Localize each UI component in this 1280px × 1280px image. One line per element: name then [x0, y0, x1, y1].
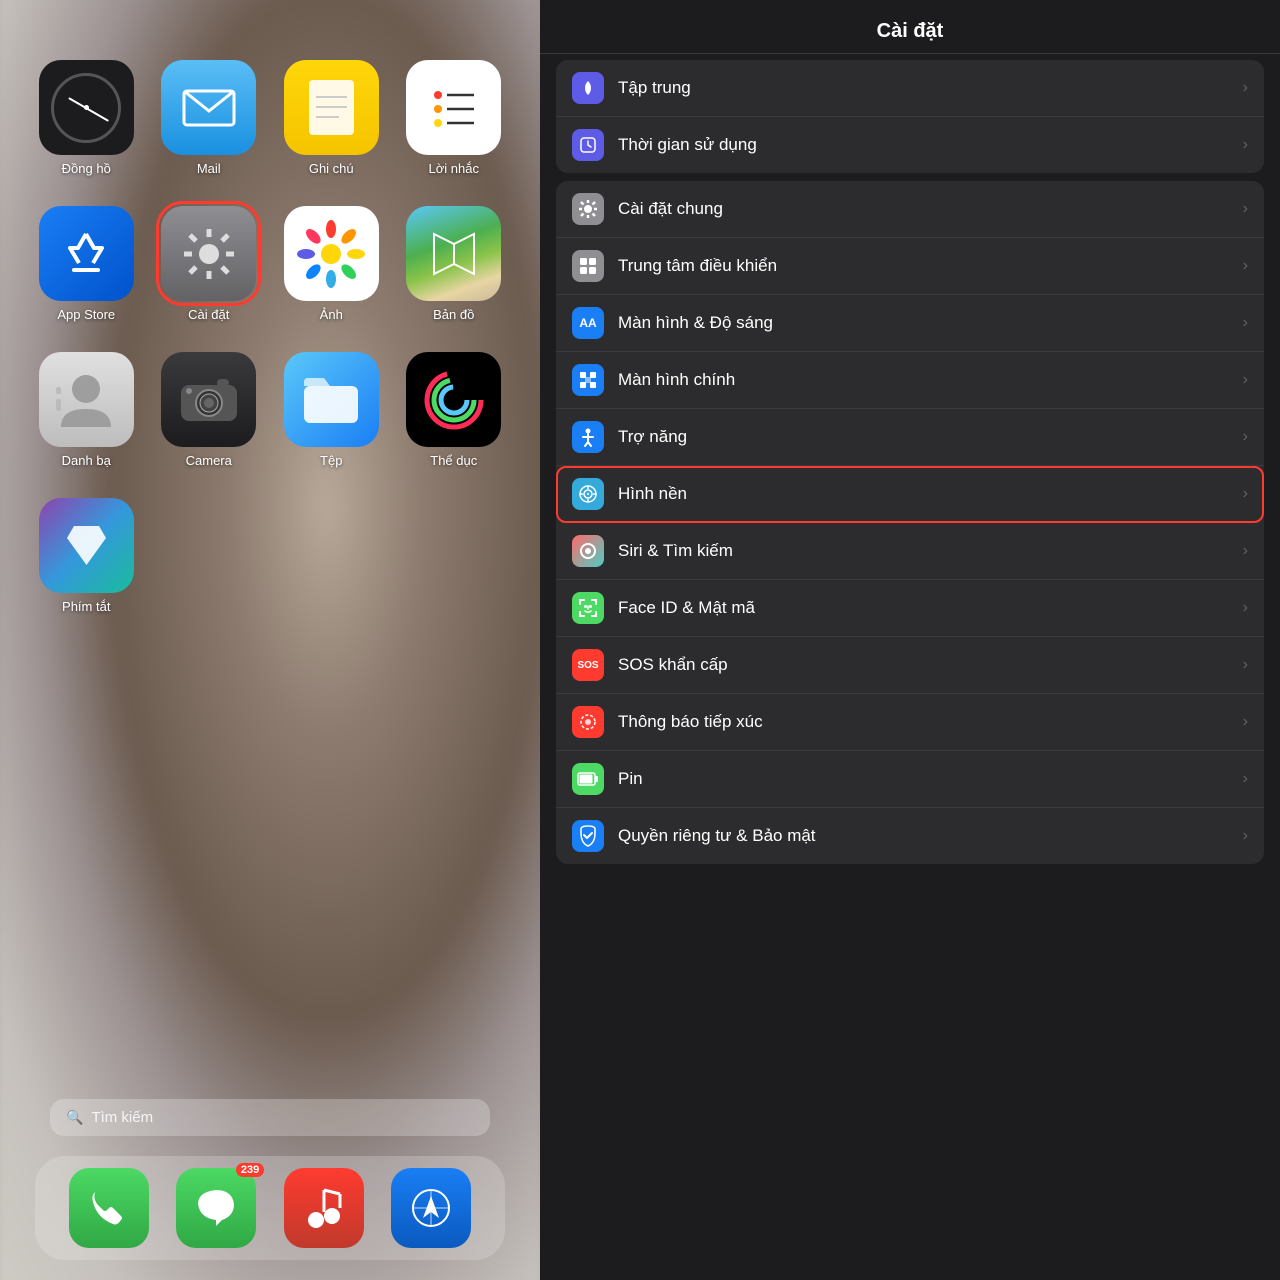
screentime-chevron: › — [1243, 136, 1248, 154]
siri-icon — [572, 535, 604, 567]
settings-row-wallpaper[interactable]: Hình nền › — [556, 466, 1264, 523]
dock-messages[interactable]: 239 — [176, 1168, 256, 1248]
app-settings[interactable]: Cài đặt — [153, 206, 266, 322]
privacy-chevron: › — [1243, 827, 1248, 845]
faceid-label: Face ID & Mật mã — [618, 598, 1235, 618]
homescreen-chevron: › — [1243, 371, 1248, 389]
battery-chevron: › — [1243, 770, 1248, 788]
privacy-icon — [572, 820, 604, 852]
siri-chevron: › — [1243, 542, 1248, 560]
messages-badge: 239 — [236, 1163, 264, 1177]
exposure-icon — [572, 706, 604, 738]
app-files[interactable]: Tệp — [275, 352, 388, 468]
settings-list[interactable]: Tập trung › Thời gian sử dụng › — [540, 54, 1280, 1280]
app-maps[interactable]: Bản đồ — [398, 206, 511, 322]
search-icon: 🔍 — [66, 1109, 83, 1126]
display-label: Màn hình & Độ sáng — [618, 313, 1235, 333]
general-chevron: › — [1243, 200, 1248, 218]
home-screen: Đồng hồ Mail — [0, 0, 540, 1280]
app-notes[interactable]: Ghi chú — [275, 60, 388, 176]
settings-title: Cài đặt — [877, 20, 944, 42]
battery-label: Pin — [618, 769, 1235, 789]
settings-row-screentime[interactable]: Thời gian sử dụng › — [556, 117, 1264, 173]
faceid-chevron: › — [1243, 599, 1248, 617]
dock-music[interactable] — [284, 1168, 364, 1248]
app-shortcuts[interactable]: Phím tắt — [30, 498, 143, 614]
accessibility-icon — [572, 421, 604, 453]
control-icon — [572, 250, 604, 282]
sos-chevron: › — [1243, 656, 1248, 674]
settings-group-top: Tập trung › Thời gian sử dụng › — [556, 60, 1264, 173]
dock-safari[interactable] — [391, 1168, 471, 1248]
battery-icon — [572, 763, 604, 795]
sos-icon: SOS — [572, 649, 604, 681]
wallpaper-label: Hình nền — [618, 484, 1235, 504]
homescreen-icon — [572, 364, 604, 396]
app-grid: Đồng hồ Mail — [20, 60, 520, 614]
wallpaper-icon — [572, 478, 604, 510]
app-reminders[interactable]: Lời nhắc — [398, 60, 511, 176]
accessibility-chevron: › — [1243, 428, 1248, 446]
settings-row-general[interactable]: Cài đặt chung › — [556, 181, 1264, 238]
settings-row-battery[interactable]: Pin › — [556, 751, 1264, 808]
focus-chevron: › — [1243, 79, 1248, 97]
settings-row-sos[interactable]: SOS SOS khẩn cấp › — [556, 637, 1264, 694]
screentime-icon — [572, 129, 604, 161]
settings-row-privacy[interactable]: Quyền riêng tư & Bảo mật › — [556, 808, 1264, 864]
siri-label: Siri & Tìm kiếm — [618, 541, 1235, 561]
settings-panel: Cài đặt Tập trung › Thời gian sử dụng › — [540, 0, 1280, 1280]
dock: 239 — [35, 1156, 505, 1260]
display-chevron: › — [1243, 314, 1248, 332]
exposure-label: Thông báo tiếp xúc — [618, 712, 1235, 732]
app-photos[interactable]: Ảnh — [275, 206, 388, 322]
sos-label: SOS khẩn cấp — [618, 655, 1235, 675]
settings-row-focus[interactable]: Tập trung › — [556, 60, 1264, 117]
focus-icon — [572, 72, 604, 104]
settings-row-faceid[interactable]: Face ID & Mật mã › — [556, 580, 1264, 637]
control-label: Trung tâm điều khiển — [618, 256, 1235, 276]
app-clock[interactable]: Đồng hồ — [30, 60, 143, 176]
app-camera[interactable]: Camera — [153, 352, 266, 468]
home-content: Đồng hồ Mail — [0, 0, 540, 1280]
app-appstore[interactable]: App Store — [30, 206, 143, 322]
settings-header: Cài đặt — [540, 0, 1280, 54]
focus-label: Tập trung — [618, 78, 1235, 98]
settings-row-siri[interactable]: Siri & Tìm kiếm › — [556, 523, 1264, 580]
screentime-label: Thời gian sử dụng — [618, 135, 1235, 155]
control-chevron: › — [1243, 257, 1248, 275]
settings-row-accessibility[interactable]: Trợ năng › — [556, 409, 1264, 466]
settings-row-control[interactable]: Trung tâm điều khiển › — [556, 238, 1264, 295]
homescreen-label: Màn hình chính — [618, 370, 1235, 390]
accessibility-label: Trợ năng — [618, 427, 1235, 447]
display-icon: AA — [572, 307, 604, 339]
privacy-label: Quyền riêng tư & Bảo mật — [618, 826, 1235, 846]
settings-row-exposure[interactable]: Thông báo tiếp xúc › — [556, 694, 1264, 751]
search-bar[interactable]: 🔍 Tìm kiếm — [50, 1099, 490, 1136]
wallpaper-chevron: › — [1243, 485, 1248, 503]
app-mail[interactable]: Mail — [153, 60, 266, 176]
exposure-chevron: › — [1243, 713, 1248, 731]
settings-group-main: Cài đặt chung › Trung tâm điều khiển › — [556, 181, 1264, 864]
app-contacts[interactable]: Danh bạ — [30, 352, 143, 468]
general-label: Cài đặt chung — [618, 199, 1235, 219]
general-icon — [572, 193, 604, 225]
search-text: Tìm kiếm — [91, 1109, 153, 1126]
app-fitness[interactable]: Thể dục — [398, 352, 511, 468]
settings-row-homescreen[interactable]: Màn hình chính › — [556, 352, 1264, 409]
faceid-icon — [572, 592, 604, 624]
settings-row-display[interactable]: AA Màn hình & Độ sáng › — [556, 295, 1264, 352]
dock-phone[interactable] — [69, 1168, 149, 1248]
